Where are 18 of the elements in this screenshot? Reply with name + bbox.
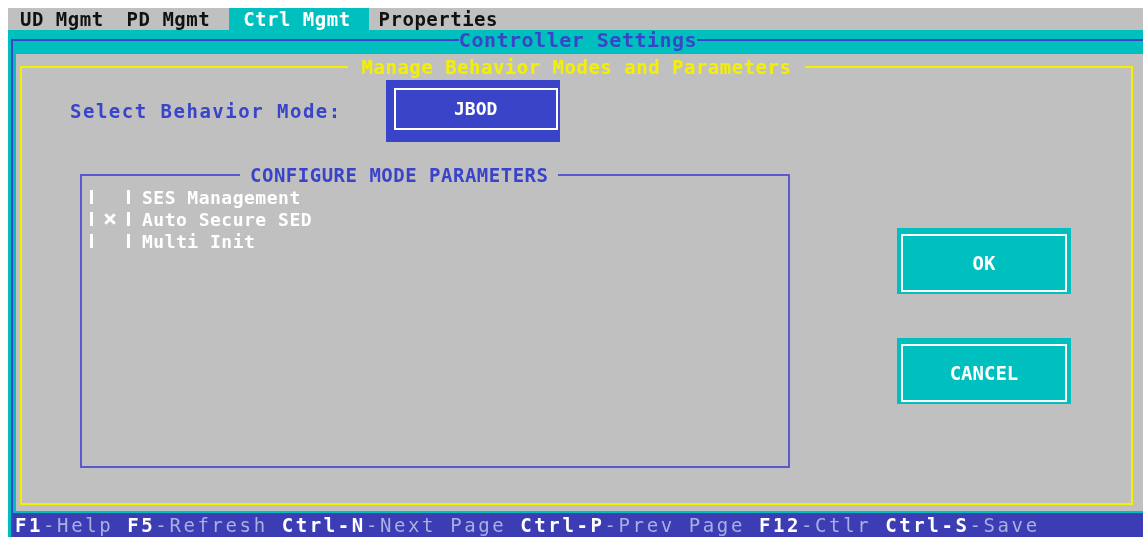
checkbox[interactable] [90,190,130,204]
mode-label: Select Behavior Mode: [70,100,342,122]
parameters-title: CONFIGURE MODE PARAMETERS [249,164,550,186]
shortcut-hint: Ctrl-N-Next Page [281,514,507,536]
shortcut-hint: Ctrl-P-Prev Page [520,514,745,536]
checkbox[interactable] [90,234,130,248]
shortcut-hint: F1-Help [15,514,114,536]
shortcut-hint: F5-Refresh [127,514,268,536]
panel-title: Manage Behavior Modes and Parameters [360,58,793,76]
shortcut-hint: Ctrl-S-Save [885,514,1040,536]
mode-selector[interactable]: JBOD [385,80,560,142]
option-label: Multi Init [142,230,256,252]
cross-icon [104,213,116,225]
option-label: Auto Secure SED [142,208,313,230]
option-label: SES Management [142,186,301,208]
shortcut-hint: F12-Ctlr [758,514,872,536]
window-title: Controller Settings [458,30,698,50]
checkbox[interactable] [90,212,130,226]
